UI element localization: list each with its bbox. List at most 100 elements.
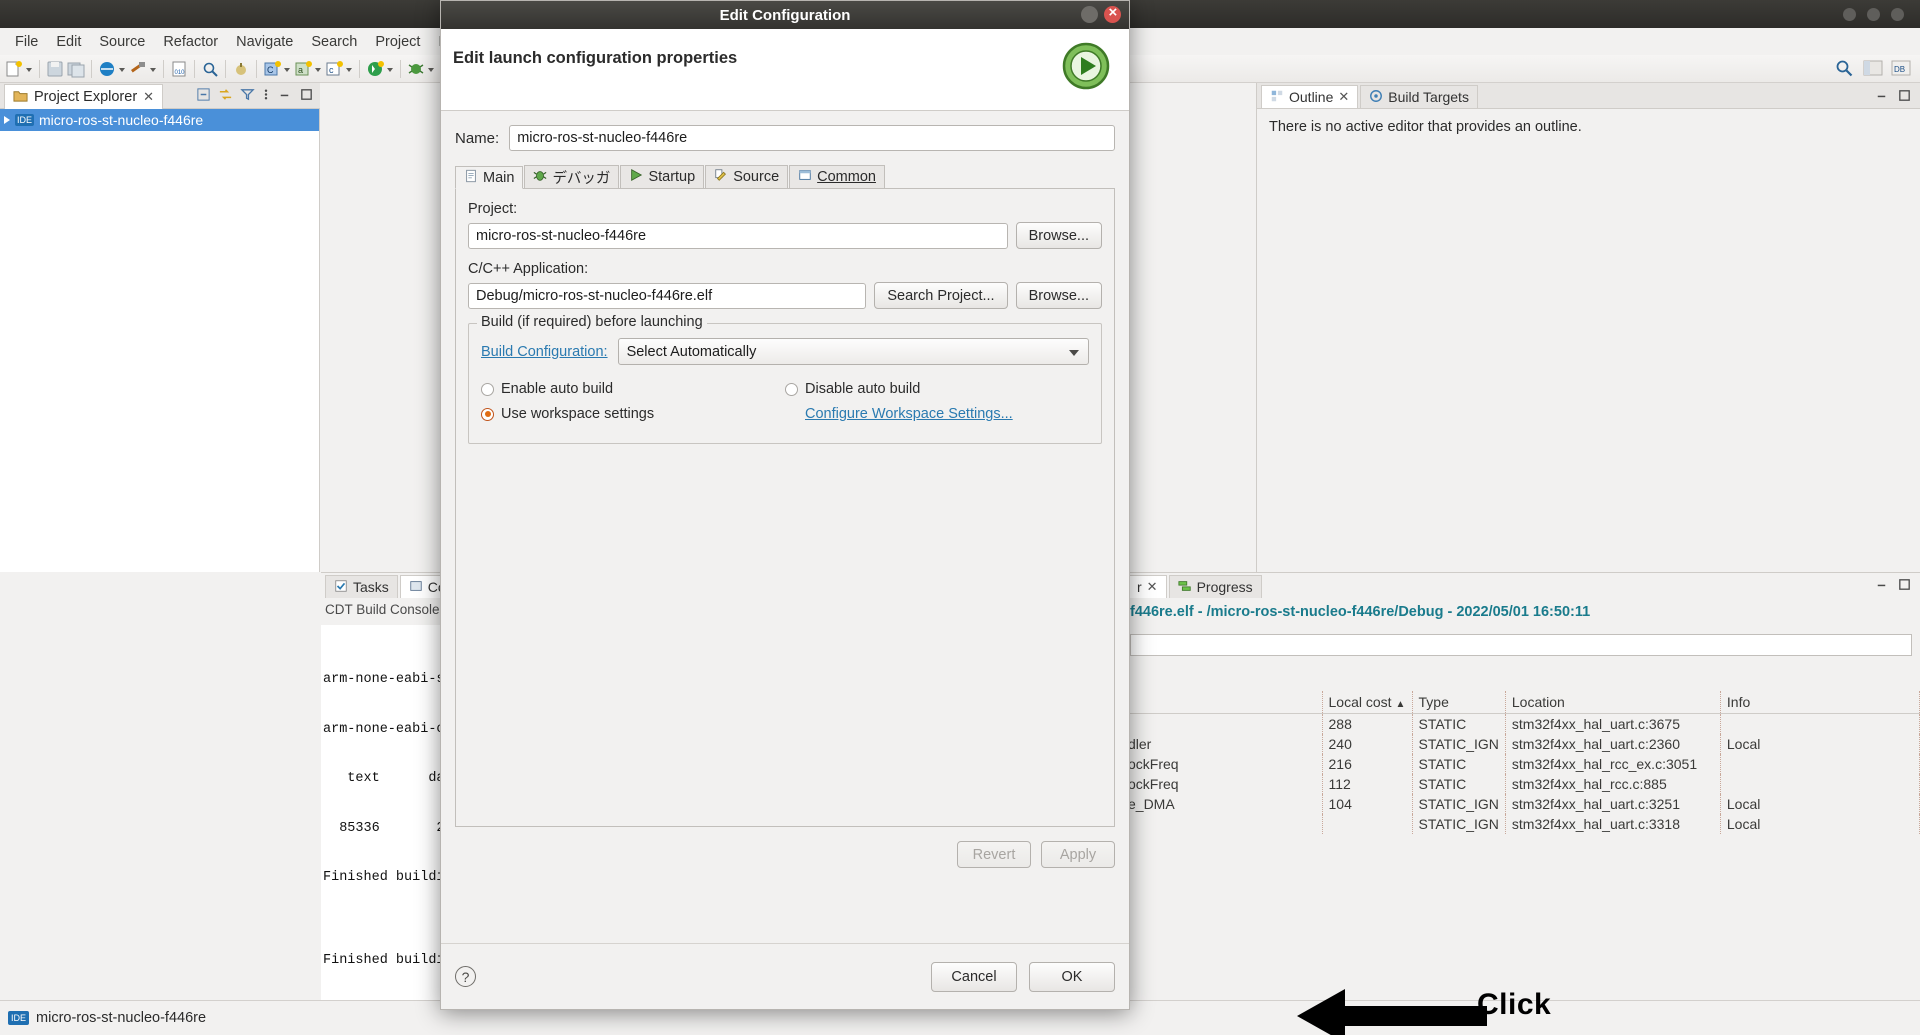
col-location[interactable]: Location xyxy=(1505,691,1721,714)
expand-arrow-icon[interactable] xyxy=(4,116,10,124)
table-row[interactable]: 288 STATIC stm32f4xx_hal_uart.c:3675 xyxy=(1122,713,1920,734)
tab-progress[interactable]: Progress xyxy=(1168,575,1262,598)
run-last-tool-dropdown-icon[interactable] xyxy=(386,60,395,78)
minimize-view-icon[interactable] xyxy=(1874,577,1889,596)
cancel-button[interactable]: Cancel xyxy=(931,961,1017,992)
window-maximize-button[interactable] xyxy=(1867,8,1880,21)
maximize-view-icon[interactable] xyxy=(1897,577,1912,596)
radio-enable-auto-build[interactable]: Enable auto build xyxy=(481,381,785,397)
debug-icon[interactable] xyxy=(406,59,426,79)
search-pin-icon[interactable] xyxy=(200,59,220,79)
run-last-tool-icon[interactable] xyxy=(365,59,385,79)
window-close-button[interactable] xyxy=(1891,8,1904,21)
analyzer-table[interactable]: Local cost ▲ Type Location Info 288 STAT… xyxy=(1122,691,1920,1000)
tab-startup[interactable]: Startup xyxy=(620,165,705,188)
configure-workspace-settings-link[interactable]: Configure Workspace Settings... xyxy=(805,406,1013,422)
tab-outline[interactable]: Outline ✕ xyxy=(1261,85,1359,108)
tab-debugger[interactable]: デバッガ xyxy=(524,165,620,188)
tab-tasks[interactable]: Tasks xyxy=(325,575,398,598)
menu-item-project[interactable]: Project xyxy=(366,32,429,52)
new-c-project-icon[interactable]: C xyxy=(262,59,282,79)
col-type[interactable]: Type xyxy=(1412,691,1506,714)
maximize-view-icon[interactable] xyxy=(1897,88,1912,107)
perspective-debug-icon[interactable]: DB xyxy=(1890,58,1911,78)
collapse-all-icon[interactable] xyxy=(196,87,211,106)
application-browse-button[interactable]: Browse... xyxy=(1015,282,1102,309)
link-with-editor-icon[interactable] xyxy=(218,87,233,106)
build-configuration-select[interactable]: Select Automatically xyxy=(617,338,1089,365)
col-name[interactable] xyxy=(1122,691,1323,714)
apply-button[interactable]: Apply xyxy=(1041,841,1115,868)
col-info[interactable]: Info xyxy=(1720,691,1920,714)
new-c-project-dropdown-icon[interactable] xyxy=(283,60,292,78)
dialog-header: Edit launch configuration properties xyxy=(441,29,1129,111)
search-icon[interactable] xyxy=(1834,58,1854,78)
cell-location: stm32f4xx_hal_uart.c:2360 xyxy=(1505,734,1721,754)
project-browse-button[interactable]: Browse... xyxy=(1015,222,1102,249)
cell-local-cost: 216 xyxy=(1322,754,1413,774)
radio-disable-auto-build-indicator[interactable] xyxy=(785,382,798,396)
menu-item-refactor[interactable]: Refactor xyxy=(154,32,227,52)
new-file-icon[interactable] xyxy=(4,59,24,79)
build-all-dropdown-icon[interactable] xyxy=(118,60,127,78)
new-file-dropdown-icon[interactable] xyxy=(25,60,34,78)
new-source-dropdown-icon[interactable] xyxy=(345,60,354,78)
project-explorer-tree[interactable]: IDE micro-ros-st-nucleo-f446re xyxy=(0,109,320,572)
new-class-dropdown-icon[interactable] xyxy=(314,60,323,78)
maximize-view-icon[interactable] xyxy=(299,87,314,106)
project-input[interactable]: micro-ros-st-nucleo-f446re xyxy=(468,222,1008,249)
revert-button[interactable]: Revert xyxy=(957,841,1031,868)
tree-item-project[interactable]: IDE micro-ros-st-nucleo-f446re xyxy=(0,109,319,131)
new-class-icon[interactable]: a xyxy=(293,59,313,79)
save-icon[interactable] xyxy=(45,59,65,79)
new-source-file-icon[interactable]: c xyxy=(324,59,344,79)
radio-enable-auto-build-indicator[interactable] xyxy=(481,382,494,396)
binary-file-icon[interactable]: 010 xyxy=(169,59,189,79)
hammer-build-icon[interactable] xyxy=(128,59,148,79)
tab-project-explorer[interactable]: Project Explorer ✕ xyxy=(4,84,164,109)
table-row[interactable]: ockFreq 216 STATIC stm32f4xx_hal_rcc_ex.… xyxy=(1122,754,1920,774)
close-icon[interactable]: ✕ xyxy=(143,89,154,105)
tab-source[interactable]: Source xyxy=(705,165,789,188)
radio-disable-auto-build[interactable]: Disable auto build xyxy=(785,381,1089,397)
table-row[interactable]: e_DMA 104 STATIC_IGN stm32f4xx_hal_uart.… xyxy=(1122,794,1920,814)
debug-dropdown-icon[interactable] xyxy=(427,60,436,78)
radio-use-workspace-settings[interactable]: Use workspace settings xyxy=(481,406,785,422)
close-icon[interactable]: ✕ xyxy=(1338,89,1349,105)
table-row[interactable]: STATIC_IGN stm32f4xx_hal_uart.c:3318 Loc… xyxy=(1122,814,1920,834)
toolbar-separator xyxy=(163,59,164,78)
analyzer-search-input[interactable] xyxy=(1130,634,1912,656)
dialog-minimize-button[interactable] xyxy=(1081,6,1098,23)
tab-build-targets[interactable]: Build Targets xyxy=(1360,85,1478,108)
hammer-dropdown-icon[interactable] xyxy=(149,60,158,78)
tab-main[interactable]: Main xyxy=(455,166,524,189)
table-row[interactable]: dler 240 STATIC_IGN stm32f4xx_hal_uart.c… xyxy=(1122,734,1920,754)
close-icon[interactable]: ✕ xyxy=(1147,579,1158,595)
build-configuration-link[interactable]: Build Configuration: xyxy=(481,344,608,360)
dialog-close-button[interactable] xyxy=(1104,4,1121,23)
perspective-c-cpp-icon[interactable] xyxy=(1862,58,1883,78)
build-all-icon[interactable] xyxy=(97,59,117,79)
menu-item-edit[interactable]: Edit xyxy=(47,32,90,52)
help-icon[interactable]: ? xyxy=(455,966,476,987)
skip-breakpoints-icon[interactable] xyxy=(231,59,251,79)
minimize-view-icon[interactable] xyxy=(277,87,292,106)
filter-icon[interactable] xyxy=(240,87,255,106)
application-input[interactable]: Debug/micro-ros-st-nucleo-f446re.elf xyxy=(468,282,867,309)
col-local-cost[interactable]: Local cost ▲ xyxy=(1322,691,1413,714)
minimize-view-icon[interactable] xyxy=(1874,88,1889,107)
window-minimize-button[interactable] xyxy=(1843,8,1856,21)
menu-item-navigate[interactable]: Navigate xyxy=(227,32,302,52)
radio-use-workspace-settings-indicator[interactable] xyxy=(481,407,494,421)
search-project-button[interactable]: Search Project... xyxy=(874,282,1008,309)
tab-common[interactable]: Common xyxy=(789,165,885,188)
table-row[interactable]: ockFreq 112 STATIC stm32f4xx_hal_rcc.c:8… xyxy=(1122,774,1920,794)
ok-button[interactable]: OK xyxy=(1029,961,1115,992)
name-input[interactable]: micro-ros-st-nucleo-f446re xyxy=(509,125,1115,151)
view-menu-icon[interactable] xyxy=(262,87,270,106)
tab-analyzer[interactable]: r ✕ xyxy=(1128,575,1167,598)
menu-item-source[interactable]: Source xyxy=(90,32,154,52)
save-all-icon[interactable] xyxy=(66,59,86,79)
menu-item-file[interactable]: File xyxy=(6,32,47,52)
menu-item-search[interactable]: Search xyxy=(302,32,366,52)
